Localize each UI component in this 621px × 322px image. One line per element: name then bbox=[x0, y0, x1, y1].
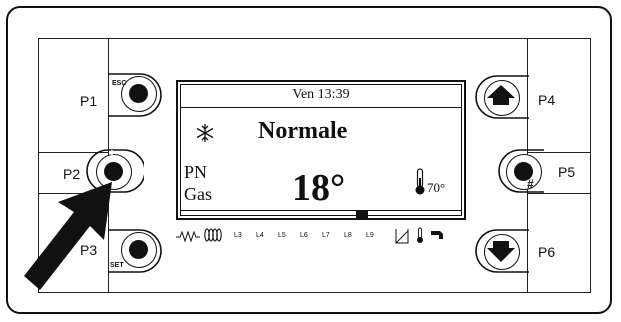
mode-label: Normale bbox=[258, 118, 348, 144]
indicator-l7: L7 bbox=[322, 232, 330, 239]
indicator-l6: L6 bbox=[300, 232, 308, 239]
p5-label: P5 bbox=[558, 164, 576, 180]
p2-indicator-line bbox=[111, 150, 113, 162]
pointer-arrow-icon bbox=[24, 182, 112, 290]
p4-up-button[interactable] bbox=[484, 80, 520, 116]
thermometer-small-icon bbox=[417, 227, 423, 243]
p3-set-button[interactable] bbox=[121, 232, 157, 268]
arrow-down-icon bbox=[487, 241, 515, 262]
hash-label: # bbox=[527, 177, 534, 191]
temperature-value: 18° bbox=[292, 167, 346, 209]
datetime: Ven 13:39 bbox=[292, 87, 350, 102]
esc-label: ESC bbox=[112, 80, 127, 87]
tank-icon bbox=[395, 229, 409, 244]
button-dot bbox=[129, 240, 148, 259]
indicator-l9: L9 bbox=[366, 232, 374, 239]
tap-icon bbox=[431, 231, 443, 239]
gas-label: Gas bbox=[184, 184, 212, 204]
thermometer-icon bbox=[415, 168, 425, 195]
indicator-l3: L3 bbox=[234, 232, 242, 239]
coil-icon bbox=[204, 228, 222, 242]
pn-label: PN bbox=[184, 162, 208, 182]
p6-label: P6 bbox=[538, 244, 556, 260]
p6-down-button[interactable] bbox=[484, 234, 520, 270]
water-temp-value: 70° bbox=[427, 180, 446, 195]
p5-hash-button[interactable] bbox=[506, 154, 542, 190]
p4-label: P4 bbox=[538, 92, 556, 108]
status-bar: L3 L4 L5 L6 L7 L8 L9 bbox=[176, 226, 466, 252]
indicator-l8: L8 bbox=[344, 232, 352, 239]
arrow-up-icon bbox=[487, 85, 515, 105]
indicator-l5: L5 bbox=[278, 232, 286, 239]
p1-label: P1 bbox=[80, 93, 98, 109]
lcd-display: Ven 13:39 Normale PN Gas 18° 70° bbox=[176, 80, 466, 220]
bottom-divider bbox=[180, 210, 462, 211]
heating-coil-icon bbox=[176, 230, 200, 243]
position-marker bbox=[356, 210, 368, 220]
header-divider bbox=[180, 107, 462, 108]
button-dot bbox=[129, 84, 148, 103]
indicator-l4: L4 bbox=[256, 232, 264, 239]
snowflake-icon bbox=[196, 124, 214, 142]
